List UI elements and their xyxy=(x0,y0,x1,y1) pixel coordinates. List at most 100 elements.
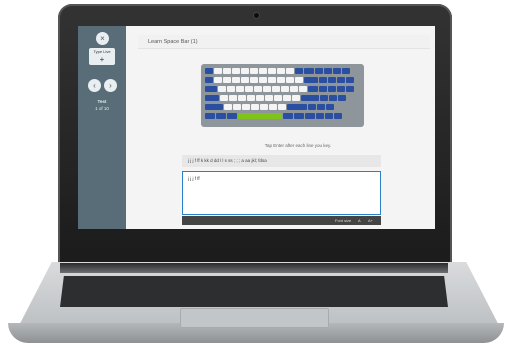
key xyxy=(286,77,294,83)
key xyxy=(319,86,327,92)
key xyxy=(223,68,231,74)
key xyxy=(337,77,345,83)
key xyxy=(278,104,286,110)
key xyxy=(220,95,228,101)
key xyxy=(205,86,217,92)
key xyxy=(287,104,307,110)
key xyxy=(338,95,346,101)
key xyxy=(328,86,336,92)
key xyxy=(334,113,342,119)
keyboard-diagram xyxy=(201,64,364,127)
test-label: Test xyxy=(97,99,107,104)
key xyxy=(232,68,240,74)
key xyxy=(223,77,231,83)
key xyxy=(295,68,303,74)
key xyxy=(233,104,241,110)
key xyxy=(315,68,323,74)
key xyxy=(236,86,244,92)
close-button[interactable]: × xyxy=(96,32,109,45)
test-count: 1 of 10 xyxy=(95,106,109,111)
key xyxy=(259,68,267,74)
key xyxy=(227,86,235,92)
next-button[interactable]: › xyxy=(104,79,117,92)
key xyxy=(305,113,315,119)
prev-button[interactable]: ‹ xyxy=(88,79,101,92)
key xyxy=(205,95,219,101)
key xyxy=(274,95,282,101)
key xyxy=(308,104,316,110)
key xyxy=(247,95,255,101)
key xyxy=(268,68,276,74)
key xyxy=(294,113,304,119)
key xyxy=(286,68,294,74)
key xyxy=(320,95,328,101)
key xyxy=(346,86,354,92)
type-live-button[interactable]: Type Live + xyxy=(89,48,115,65)
key xyxy=(304,68,314,74)
typing-input[interactable]: j j j f ff xyxy=(182,171,381,215)
key xyxy=(272,86,280,92)
key xyxy=(277,68,285,74)
key xyxy=(214,68,222,74)
key xyxy=(241,77,249,83)
key xyxy=(218,86,226,92)
instruction-text: Tap Enter after each line you key. xyxy=(264,143,332,148)
key xyxy=(260,104,268,110)
chevron-left-icon: ‹ xyxy=(93,81,96,90)
key xyxy=(256,95,264,101)
key xyxy=(214,77,222,83)
key xyxy=(205,113,215,119)
key xyxy=(224,104,232,110)
key xyxy=(205,104,223,110)
key xyxy=(281,86,289,92)
key xyxy=(292,95,300,101)
key xyxy=(342,68,350,74)
font-smaller-button[interactable]: A xyxy=(358,216,361,225)
key xyxy=(333,68,341,74)
key xyxy=(242,104,250,110)
screen: × Type Live + ‹ › Test 1 of 10 Learn Spa… xyxy=(78,26,435,229)
key xyxy=(299,86,307,92)
sidebar: × Type Live + ‹ › Test 1 of 10 xyxy=(78,26,126,229)
close-icon: × xyxy=(100,34,105,43)
touchpad xyxy=(180,308,329,328)
key xyxy=(263,86,271,92)
key xyxy=(265,95,273,101)
hinge xyxy=(60,263,448,273)
key xyxy=(205,68,213,74)
key xyxy=(205,77,213,83)
laptop-keyboard xyxy=(60,276,448,307)
key xyxy=(290,86,298,92)
key xyxy=(346,77,354,83)
key xyxy=(268,77,276,83)
input-toolbar: Font size A A+ xyxy=(182,216,381,225)
key xyxy=(326,104,334,110)
key xyxy=(328,77,336,83)
key xyxy=(304,77,318,83)
key xyxy=(269,104,277,110)
key xyxy=(259,77,267,83)
key xyxy=(229,95,237,101)
key xyxy=(329,95,337,101)
plus-icon: + xyxy=(99,55,105,64)
key xyxy=(250,68,258,74)
key xyxy=(241,68,249,74)
key xyxy=(325,113,333,119)
key xyxy=(227,113,237,119)
page-title: Learn Space Bar (1) xyxy=(138,35,430,49)
key xyxy=(232,77,240,83)
font-larger-button[interactable]: A+ xyxy=(368,216,373,225)
key xyxy=(254,86,262,92)
key xyxy=(316,113,324,119)
key xyxy=(301,95,319,101)
key xyxy=(238,95,246,101)
key xyxy=(283,95,291,101)
key xyxy=(337,86,345,92)
key xyxy=(319,77,327,83)
font-size-label: Font size xyxy=(335,218,352,223)
prompt-line: j j j f ff k kk d dd l l s ss ; ; ; a aa… xyxy=(182,155,381,167)
chevron-right-icon: › xyxy=(109,81,112,90)
key xyxy=(283,113,293,119)
key xyxy=(308,86,318,92)
key xyxy=(216,113,226,119)
